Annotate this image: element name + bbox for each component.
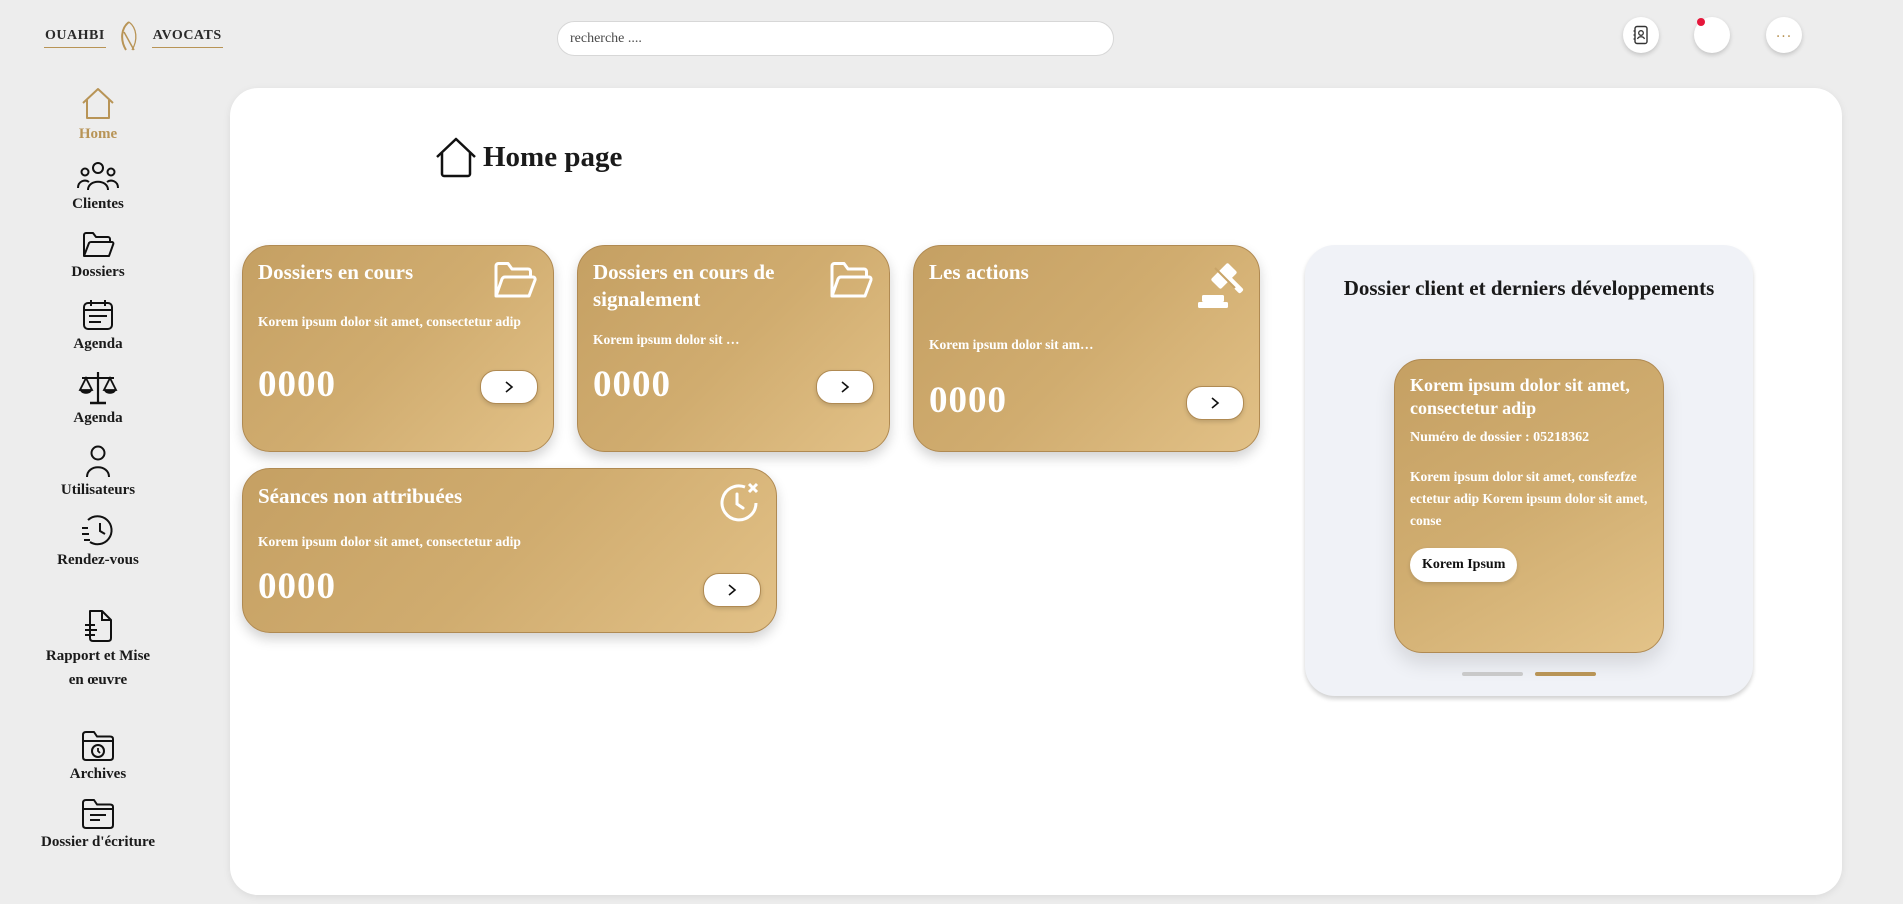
sidebar-item-label: Home [78,126,118,142]
client-file-title: Korem ipsum dolor sit amet, consectetur … [1410,375,1630,418]
carousel-dot-active[interactable] [1535,672,1596,676]
sidebar-item-dossiers[interactable]: Dossiers [40,230,156,284]
card-value: 0000 [593,364,671,405]
sidebar-item-label: Agenda [73,336,123,352]
notification-dot-icon [1697,18,1705,26]
sidebar-item-rendez-vous[interactable]: Rendez-vous [40,514,156,572]
writing-folder-icon [82,799,114,829]
clock-list-icon [82,515,113,546]
client-file-card: Korem ipsum dolor sit amet, consectetur … [1394,359,1664,653]
card-text: Korem ipsum dolor sit amet, consectetur … [258,534,521,549]
scales-icon [78,372,118,405]
clock-cancel-icon [720,482,759,522]
folder-icon [830,262,873,298]
brand-right-word: AVOCATS [151,27,223,48]
card-value: 0000 [258,566,336,607]
page-title-text: Home page [483,140,623,173]
contacts-icon [1633,25,1648,45]
card-open-button[interactable] [816,370,874,404]
card-text: Korem ipsum dolor sit amet, consectetur … [258,314,521,329]
card-title: Dossiers en cours de signalement [593,260,775,311]
sidebar-item-label: Rapport et Mise en œuvre [45,648,151,688]
folder-icon [494,262,537,298]
card-open-button[interactable] [1186,386,1244,420]
sidebar-item-dossier-ecriture[interactable]: Dossier d'écriture [40,798,156,854]
carousel-dot[interactable] [1462,672,1523,676]
chevron-right-icon [1211,397,1220,409]
card-text: Korem ipsum dolor sit am… [929,337,1094,352]
home-icon [436,137,476,178]
client-file-button[interactable]: Korem Ipsum [1410,548,1518,582]
notification-button[interactable] [1694,17,1730,53]
card-text: Korem ipsum dolor sit … [593,332,740,347]
sidebar-item-archives[interactable]: Archives [40,728,156,786]
card-dossiers-en-cours: Dossiers en cours Korem ipsum dolor sit … [242,245,554,452]
chevron-right-icon [505,381,514,393]
chevron-right-icon [728,584,737,596]
sidebar-item-rapport[interactable]: Rapport et Mise en œuvre [40,608,156,692]
more-button[interactable]: ... [1766,17,1802,53]
home-icon [82,88,114,119]
gavel-icon [1198,263,1244,308]
brand-left-word: OUAHBI [44,27,106,48]
card-open-button[interactable] [703,573,761,607]
sidebar-item-label: Archives [69,766,127,782]
card-value: 0000 [258,364,336,405]
sidebar-item-label: Agenda [73,410,123,426]
client-file-description: Korem ipsum dolor sit amet, consfezfze e… [1410,469,1648,528]
users-icon [77,162,119,191]
contacts-button[interactable] [1623,17,1659,53]
sidebar-item-utilisateurs[interactable]: Utilisateurs [40,444,156,502]
file-number: Numéro de dossier : 05218362 [1410,430,1590,445]
card-title: Dossiers en cours [258,260,414,284]
chevron-right-icon [841,381,850,393]
main-panel: Home page Dossiers en cours Korem ipsum … [230,88,1842,895]
card-open-button[interactable] [480,370,538,404]
sidebar-item-label: Clientes [72,196,124,212]
sidebar-item-agenda-justice[interactable]: Agenda [40,370,156,430]
sidebar-item-clientes[interactable]: Clientes [40,160,156,216]
card-title: Les actions [929,260,1029,284]
sidebar-item-label: Dossier d'écriture [40,834,155,850]
more-icon: ... [1775,25,1793,41]
card-seances-non-attribuees: Séances non attribuées Korem ipsum dolor… [242,468,777,633]
card-les-actions: Les actions Korem ipsum dolor sit am… 00… [913,245,1260,452]
folder-icon [83,232,115,257]
report-icon [85,610,112,642]
archive-icon [82,731,114,761]
widget-title: Dossier client et derniers développement… [1343,276,1715,300]
page-title: Home page [435,136,622,178]
sidebar-item-label: Rendez-vous [57,552,139,568]
sidebar-item-home[interactable]: Home [40,86,156,146]
brand-logo[interactable]: OUAHBI AVOCATS [44,20,223,54]
brand-emblem-icon [121,21,137,51]
card-title: Séances non attribuées [258,484,463,508]
sidebar-item-agenda[interactable]: Agenda [40,298,156,356]
user-icon [86,445,110,478]
card-dossiers-signalement: Dossiers en cours de signalement Korem i… [577,245,890,452]
carousel-indicator [1305,672,1753,676]
card-value: 0000 [929,380,1007,421]
sidebar-item-label: Utilisateurs [60,482,136,498]
search-input[interactable] [557,21,1114,56]
sidebar-item-label: Dossiers [71,264,125,280]
calendar-icon [83,300,113,330]
client-file-widget: Dossier client et derniers développement… [1305,245,1753,696]
